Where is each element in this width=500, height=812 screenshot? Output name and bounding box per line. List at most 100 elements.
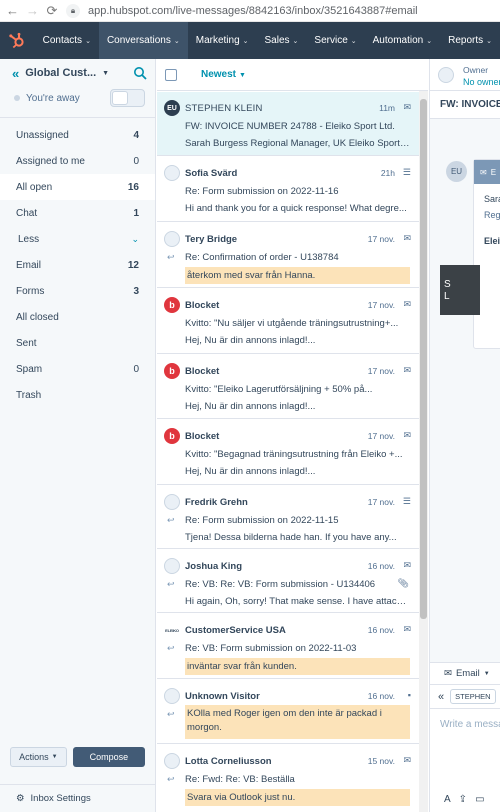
nav-marketing[interactable]: Marketing ⌄ (188, 22, 257, 59)
comment-highlight: KOlla med Roger igen om den inte är pack… (185, 705, 410, 739)
sidebar-item-forms[interactable]: Forms 3 (0, 278, 155, 304)
sort-dropdown[interactable]: Newest ▼ (201, 69, 246, 80)
image-icon[interactable]: ▭ (475, 794, 484, 805)
conversation-detail: Owner No owner FW: INVOICE NUMBER 24788 … (429, 59, 500, 812)
sidebar-item-assigned-to-me[interactable]: Assigned to me 0 (0, 148, 155, 174)
sidebar-item-unassigned[interactable]: Unassigned 4 (0, 122, 155, 148)
select-all-checkbox[interactable] (165, 68, 177, 81)
email-image: SL (440, 265, 480, 315)
blocket-logo-icon: b (164, 428, 180, 444)
nav-contacts[interactable]: Contacts ⌄ (35, 22, 99, 59)
email-icon: ✉ (403, 299, 411, 309)
conversation-row[interactable]: ↩ Fredrik Grehn 17 nov. ☰ Re: Form submi… (157, 486, 419, 549)
sidebar-item-email[interactable]: Email 12 (0, 252, 155, 278)
conversation-row[interactable]: b Blocket 17 nov. ✉ Kvitto: "Begagnad tr… (157, 420, 419, 485)
conversation-row[interactable]: Sofia Svärd 21h ☰ Re: Form submission on… (157, 157, 419, 222)
caret-down-icon: ▼ (483, 670, 490, 677)
count-badge: 0 (133, 155, 139, 167)
user-avatar-icon (164, 688, 180, 704)
sidebar-actions: Actions ▼ Compose (0, 742, 155, 767)
toggle-knob (112, 91, 128, 105)
sidebar-item-all-open[interactable]: All open 16 (0, 174, 155, 200)
recipient-chip[interactable]: STEPHEN (450, 689, 496, 704)
lock-icon[interactable]: 🔒︎ (66, 3, 80, 18)
availability-status: You're away (26, 92, 80, 104)
nav-sales[interactable]: Sales ⌄ (257, 22, 307, 59)
text-format-icon[interactable]: A (444, 794, 451, 805)
composer-toolbar: A ⇪ ▭ (430, 785, 500, 812)
form-icon: ☰ (402, 496, 411, 506)
nav-service[interactable]: Service ⌄ (306, 22, 364, 59)
inbox-header: « Global Cust... ▼ (0, 59, 155, 87)
conversation-row[interactable]: ↩ Unknown Visitor 16 nov. ▪ KOlla med Ro… (157, 680, 419, 744)
message-input[interactable]: Write a message (430, 709, 500, 730)
list-scrollbar[interactable] (419, 91, 428, 812)
inbox-selector[interactable]: Global Cust... (25, 67, 96, 79)
company-logo-icon: ELEIKO (164, 622, 180, 638)
count-badge: 16 (127, 181, 139, 193)
reply-icon: ↩ (167, 515, 175, 525)
sidebar-item-trash[interactable]: Trash (0, 382, 155, 408)
nav-conversations[interactable]: Conversations ⌄ (98, 22, 188, 59)
sidebar-item-less[interactable]: Less ⌄ (0, 226, 155, 252)
blocket-logo-icon: b (164, 297, 180, 313)
top-navigation: Contacts ⌄ Conversations ⌄ Marketing ⌄ Sale… (0, 22, 500, 59)
sidebar-item-sent[interactable]: Sent (0, 330, 155, 356)
attachment-icon[interactable]: ⇪ (459, 794, 467, 805)
user-avatar-icon (164, 165, 180, 181)
email-message-card[interactable]: ✉E Sara Regi Eleil (473, 159, 500, 349)
email-icon: ✉ (403, 233, 411, 243)
hubspot-logo-icon[interactable] (0, 22, 35, 59)
availability-toggle[interactable] (110, 89, 145, 107)
nav-automation[interactable]: Automation ⌄ (365, 22, 440, 59)
back-arrow-icon[interactable]: ← (6, 0, 19, 22)
compose-button[interactable]: Compose (72, 747, 145, 767)
chevron-down-icon: ⌄ (426, 37, 433, 45)
sidebar-item-all-closed[interactable]: All closed (0, 304, 155, 330)
list-header: Newest ▼ (157, 59, 428, 91)
search-icon[interactable] (133, 66, 147, 80)
actions-button[interactable]: Actions ▼ (10, 747, 67, 767)
reload-icon[interactable]: ⟳ (46, 0, 58, 22)
inbox-sidebar: « Global Cust... ▼ You're away Unassigne… (0, 59, 156, 812)
recipient-row: « STEPHEN (430, 685, 500, 709)
collapse-sidebar-icon[interactable]: « (12, 66, 19, 81)
conversation-row[interactable]: b Blocket 17 nov. ✉ Kvitto: "Nu säljer v… (157, 289, 419, 354)
conversation-row[interactable]: EU STEPHEN KLEIN 11m ✉ FW: INVOICE NUMBE… (157, 92, 419, 156)
count-badge: 4 (133, 129, 139, 141)
email-icon: ✉ (403, 102, 411, 112)
nav-reports[interactable]: Reports ⌄ (440, 22, 500, 59)
chevron-down-icon: ⌄ (292, 37, 299, 45)
conversation-row[interactable]: ELEIKO ↩ CustomerService USA 16 nov. ✉ R… (157, 614, 419, 679)
email-header: ✉ E (474, 160, 500, 184)
browser-address-bar: ← → ⟳ 🔒︎ app.hubspot.com/live-messages/8… (0, 0, 500, 22)
conversation-row[interactable]: b Blocket 17 nov. ✉ Kvitto: "Eleiko Lage… (157, 355, 419, 419)
caret-down-icon: ▼ (239, 72, 246, 79)
company-logo-icon: EU (164, 100, 180, 116)
form-icon: ☰ (402, 167, 411, 177)
scrollbar-thumb[interactable] (420, 99, 427, 619)
forward-arrow-icon[interactable]: → (26, 0, 39, 22)
count-badge: 0 (133, 363, 139, 375)
conversation-row[interactable]: ↩ Lotta Corneliusson 15 nov. ✉ Re: Fwd: … (157, 745, 419, 812)
chevron-down-icon: ⌄ (486, 37, 492, 45)
email-icon: ✉ (403, 624, 411, 634)
chevron-down-icon[interactable]: ▼ (102, 70, 109, 77)
chevron-down-icon: ⌄ (85, 37, 91, 45)
sidebar-item-chat[interactable]: Chat 1 (0, 200, 155, 226)
gear-icon: ⚙ (16, 793, 25, 804)
inbox-settings-link[interactable]: ⚙ Inbox Settings (0, 784, 155, 812)
email-icon: ✉ (403, 755, 411, 765)
user-avatar-icon (164, 494, 180, 510)
sidebar-item-spam[interactable]: Spam 0 (0, 356, 155, 382)
url-text[interactable]: app.hubspot.com/live-messages/8842163/in… (88, 5, 418, 17)
chevron-down-icon: ⌄ (131, 233, 139, 244)
blocket-logo-icon: b (164, 363, 180, 379)
conversation-row[interactable]: ↩ Tery Bridge 17 nov. ✉ Re: Confirmation… (157, 223, 419, 288)
conversation-row[interactable]: ↩ Joshua King 16 nov. ✉ 📎︎ Re: VB: Re: V… (157, 550, 419, 613)
count-badge: 1 (133, 207, 139, 219)
reply-all-icon[interactable]: « (438, 691, 444, 703)
owner-dropdown[interactable]: No owner (463, 77, 500, 87)
channel-selector[interactable]: ✉ Email ▼ (430, 663, 500, 685)
user-avatar-icon (164, 558, 180, 574)
